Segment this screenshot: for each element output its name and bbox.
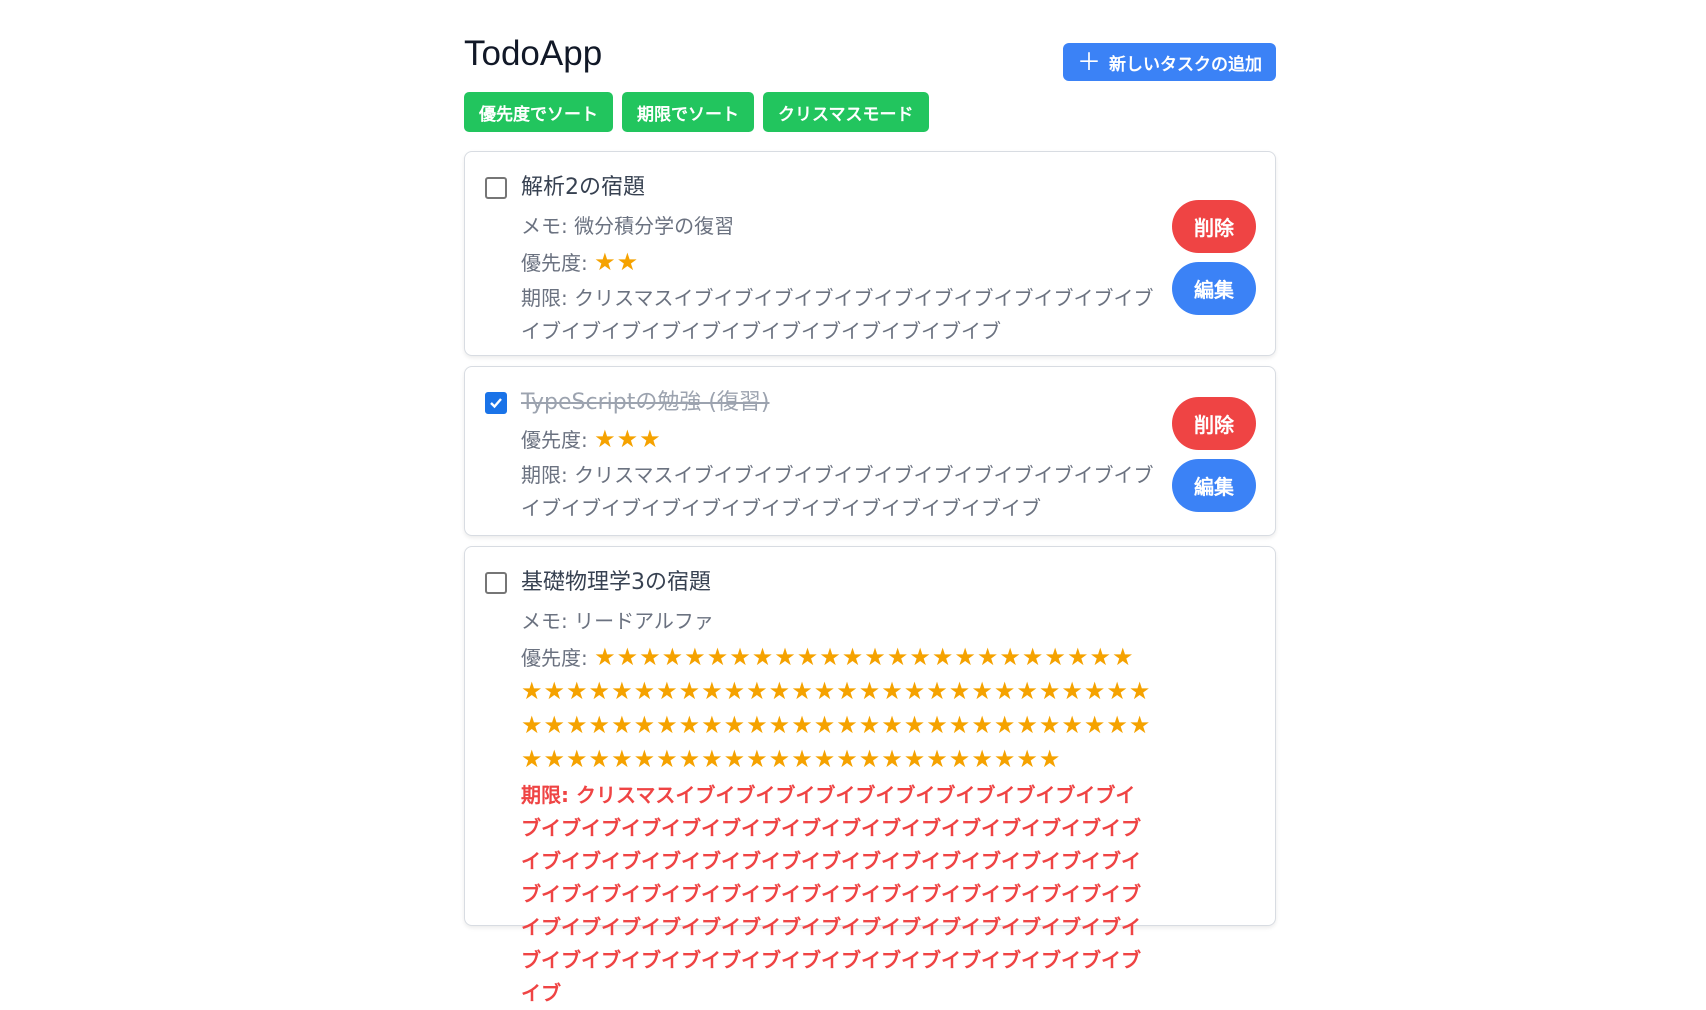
sort-toolbar: 優先度でソート 期限でソート クリスマスモード (464, 92, 1276, 132)
sort-by-deadline-button[interactable]: 期限でソート (622, 92, 754, 132)
task-checkbox[interactable] (485, 572, 507, 594)
app-container: TodoApp ＋ 新しいタスクの追加 優先度でソート 期限でソート クリスマス… (464, 0, 1276, 1005)
priority-label: 優先度: (521, 251, 588, 275)
task-checkbox[interactable] (485, 177, 507, 199)
task-actions: 削除 編集 (1172, 397, 1256, 512)
task-title: 解析2の宿題 (521, 175, 645, 200)
christmas-mode-button[interactable]: クリスマスモード (763, 92, 929, 132)
task-due-date: 期限: クリスマスイブイブイブイブイブイブイブイブイブイブイブイブイブイブイブイ… (521, 286, 1154, 343)
task-memo: メモ: 微分積分学の復習 (521, 214, 735, 238)
priority-label: 優先度: (521, 428, 588, 452)
task-card: TypeScriptの勉強 (復習) 優先度: ★★★ 期限: クリスマスイブイ… (464, 366, 1276, 536)
delete-button[interactable]: 削除 (1172, 397, 1256, 450)
task-header: 基礎物理学3の宿題 (485, 567, 1255, 599)
delete-button[interactable]: 削除 (1172, 200, 1256, 253)
task-checkbox[interactable] (485, 392, 507, 414)
task-due-date: 期限: クリスマスイブイブイブイブイブイブイブイブイブイブイブイブイブイブイブイ… (521, 463, 1154, 520)
task-details: メモ: リードアルファ 優先度: ★★★★★★★★★★★★★★★★★★★★★★★… (521, 605, 1155, 1010)
add-task-button[interactable]: ＋ 新しいタスクの追加 (1063, 43, 1276, 81)
task-card: 基礎物理学3の宿題 メモ: リードアルファ 優先度: ★★★★★★★★★★★★★… (464, 546, 1276, 1005)
task-details: メモ: 微分積分学の復習 優先度: ★★ 期限: クリスマスイブイブイブイブイブ… (521, 210, 1159, 348)
task-due-date: 期限: クリスマスイブイブイブイブイブイブイブイブイブイブイブイブイブイブイブイ… (521, 783, 1141, 1005)
task-memo: メモ: リードアルファ (521, 609, 714, 633)
edit-button[interactable]: 編集 (1172, 459, 1256, 512)
task-priority: 優先度: ★★★ (521, 423, 1159, 457)
task-list: 解析2の宿題 メモ: 微分積分学の復習 優先度: ★★ 期限: クリスマスイブイ… (464, 151, 1276, 1005)
task-header: TypeScriptの勉強 (復習) (485, 387, 1255, 419)
task-priority: 優先度: ★★ (521, 246, 1159, 280)
task-card: 解析2の宿題 メモ: 微分積分学の復習 優先度: ★★ 期限: クリスマスイブイ… (464, 151, 1276, 356)
task-title: 基礎物理学3の宿題 (521, 570, 711, 595)
priority-label: 優先度: (521, 646, 588, 670)
edit-button[interactable]: 編集 (1172, 262, 1256, 315)
app-header: TodoApp ＋ 新しいタスクの追加 (464, 0, 1276, 92)
plus-icon: ＋ (1077, 48, 1101, 76)
app-title: TodoApp (464, 34, 603, 73)
add-task-label: 新しいタスクの追加 (1109, 54, 1262, 75)
sort-by-priority-button[interactable]: 優先度でソート (464, 92, 613, 132)
task-header: 解析2の宿題 (485, 172, 1255, 204)
task-details: 優先度: ★★★ 期限: クリスマスイブイブイブイブイブイブイブイブイブイブイブ… (521, 423, 1159, 525)
star-icon: ★★★★★★★★★★★★★★★★★★★★★★★★★★★★★★★★★★★★★★★★… (521, 643, 1152, 773)
task-title: TypeScriptの勉強 (復習) (521, 390, 770, 415)
task-priority: 優先度: ★★★★★★★★★★★★★★★★★★★★★★★★★★★★★★★★★★★… (521, 641, 1155, 777)
star-icon: ★★★ (594, 425, 662, 453)
task-actions: 削除 編集 (1172, 200, 1256, 315)
star-icon: ★★ (594, 248, 640, 276)
